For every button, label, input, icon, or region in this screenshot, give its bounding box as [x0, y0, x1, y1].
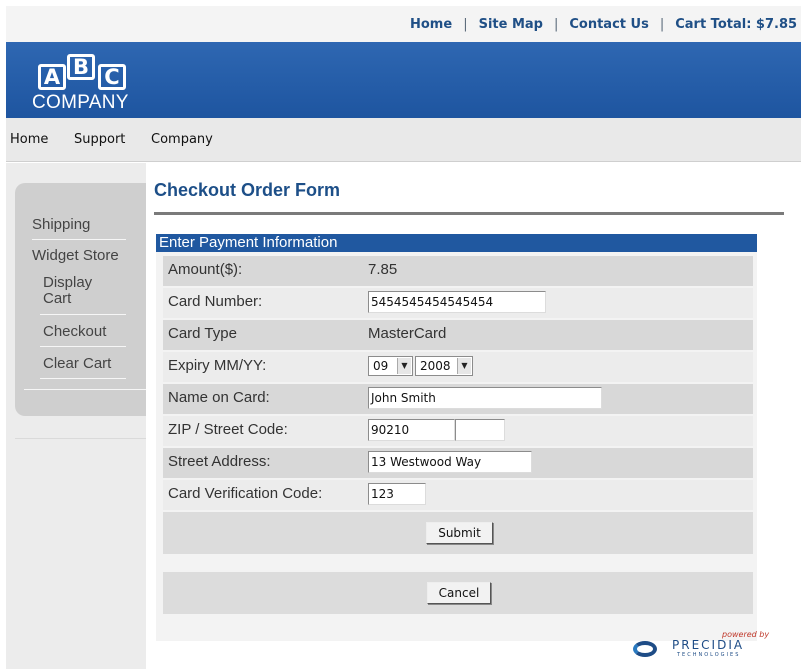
logo-letter-a: A — [38, 64, 66, 90]
expiry-month-value: 09 — [373, 359, 389, 373]
sidebar-item-checkout[interactable]: Checkout — [43, 323, 106, 340]
expiry-row: Expiry MM/YY: 09 ▼ 2008 ▼ — [163, 352, 753, 382]
sidebar-divider — [15, 438, 146, 439]
zip-extension-input[interactable] — [455, 419, 505, 441]
main-nav-support[interactable]: Support — [74, 132, 125, 147]
top-link-contact[interactable]: Contact Us — [569, 17, 648, 32]
cart-total-link[interactable]: Cart Total: $7.85 — [675, 17, 797, 32]
zip-input[interactable]: 90210 — [368, 419, 455, 441]
sidebar-item-display-cart[interactable]: Display — [43, 274, 92, 291]
sidebar-divider — [24, 389, 146, 390]
card-number-row: Card Number: 5454545454545454 — [163, 288, 753, 318]
cvc-input[interactable]: 123 — [368, 483, 426, 505]
top-nav-separator: | — [553, 17, 559, 32]
logo-letter-b: B — [67, 54, 95, 80]
sidebar-divider — [32, 239, 126, 240]
name-on-card-row: Name on Card: John Smith — [163, 384, 753, 414]
top-nav-separator: | — [659, 17, 665, 32]
sidebar-divider — [40, 346, 126, 347]
form-header: Enter Payment Information — [156, 234, 757, 252]
sidebar-item-shipping[interactable]: Shipping — [32, 216, 90, 233]
top-nav-separator: | — [463, 17, 468, 32]
sidebar-item-display-cart-line2[interactable]: Cart — [43, 290, 71, 307]
top-nav: Home | Site Map | Contact Us | Cart Total: $7.… — [410, 17, 797, 32]
payment-form: Amount($): 7.85 Card Number: 54545454545… — [156, 252, 757, 641]
card-number-label: Card Number: — [168, 293, 263, 310]
expiry-label: Expiry MM/YY: — [168, 357, 267, 374]
street-input[interactable]: 13 Westwood Way — [368, 451, 532, 473]
card-type-label: Card Type — [168, 325, 237, 342]
amount-row: Amount($): 7.85 — [163, 256, 753, 286]
cancel-button[interactable]: Cancel — [427, 582, 491, 604]
sidebar-item-widget-store[interactable]: Widget Store — [32, 247, 119, 264]
card-type-row: Card Type MasterCard — [163, 320, 753, 350]
submit-row: Submit — [163, 512, 753, 554]
sidebar-divider — [40, 378, 126, 379]
name-on-card-label: Name on Card: — [168, 389, 270, 406]
title-rule — [154, 212, 784, 215]
sidebar-item-clear-cart[interactable]: Clear Cart — [43, 355, 111, 372]
precidia-brand-sub: TECHNOLOGIES — [677, 652, 741, 658]
cvc-row: Card Verification Code: 123 — [163, 480, 753, 510]
chevron-down-icon[interactable]: ▼ — [397, 358, 411, 374]
zip-row: ZIP / Street Code: 90210 — [163, 416, 753, 446]
sidebar: Shipping Widget Store Display Cart Check… — [6, 163, 146, 669]
card-type-value: MasterCard — [368, 325, 447, 342]
cvc-label: Card Verification Code: — [168, 485, 323, 502]
amount-value: 7.85 — [368, 261, 398, 278]
sidebar-menu: Shipping Widget Store Display Cart Check… — [15, 183, 146, 416]
amount-label: Amount($): — [168, 261, 243, 278]
precidia-logo-icon — [633, 641, 657, 657]
chevron-down-icon[interactable]: ▼ — [457, 358, 471, 374]
expiry-month-select[interactable]: 09 ▼ — [368, 356, 413, 376]
page-title: Checkout Order Form — [154, 180, 341, 200]
zip-label: ZIP / Street Code: — [168, 421, 288, 438]
name-on-card-input[interactable]: John Smith — [368, 387, 602, 409]
expiry-year-select[interactable]: 2008 ▼ — [415, 356, 473, 376]
main-nav-home[interactable]: Home — [10, 132, 48, 147]
card-number-input[interactable]: 5454545454545454 — [368, 291, 546, 313]
top-link-sitemap[interactable]: Site Map — [479, 17, 543, 32]
main-nav: Home Support Company — [6, 118, 801, 162]
top-utility-bar: Home | Site Map | Contact Us | Cart Total: $7.… — [6, 6, 801, 42]
cancel-row: Cancel — [163, 572, 753, 614]
submit-button[interactable]: Submit — [426, 522, 493, 544]
abc-company-logo[interactable]: A B C COMPANY — [32, 52, 142, 118]
logo-company-text: COMPANY — [32, 92, 129, 113]
logo-letter-c: C — [98, 64, 126, 90]
expiry-year-value: 2008 — [420, 359, 451, 373]
precidia-brand: PRECIDIA — [672, 638, 745, 652]
sidebar-divider — [40, 314, 126, 315]
street-label: Street Address: — [168, 453, 271, 470]
street-row: Street Address: 13 Westwood Way — [163, 448, 753, 478]
main-nav-company[interactable]: Company — [151, 132, 213, 147]
header-banner: A B C COMPANY — [6, 42, 801, 118]
top-link-home[interactable]: Home — [410, 17, 452, 32]
